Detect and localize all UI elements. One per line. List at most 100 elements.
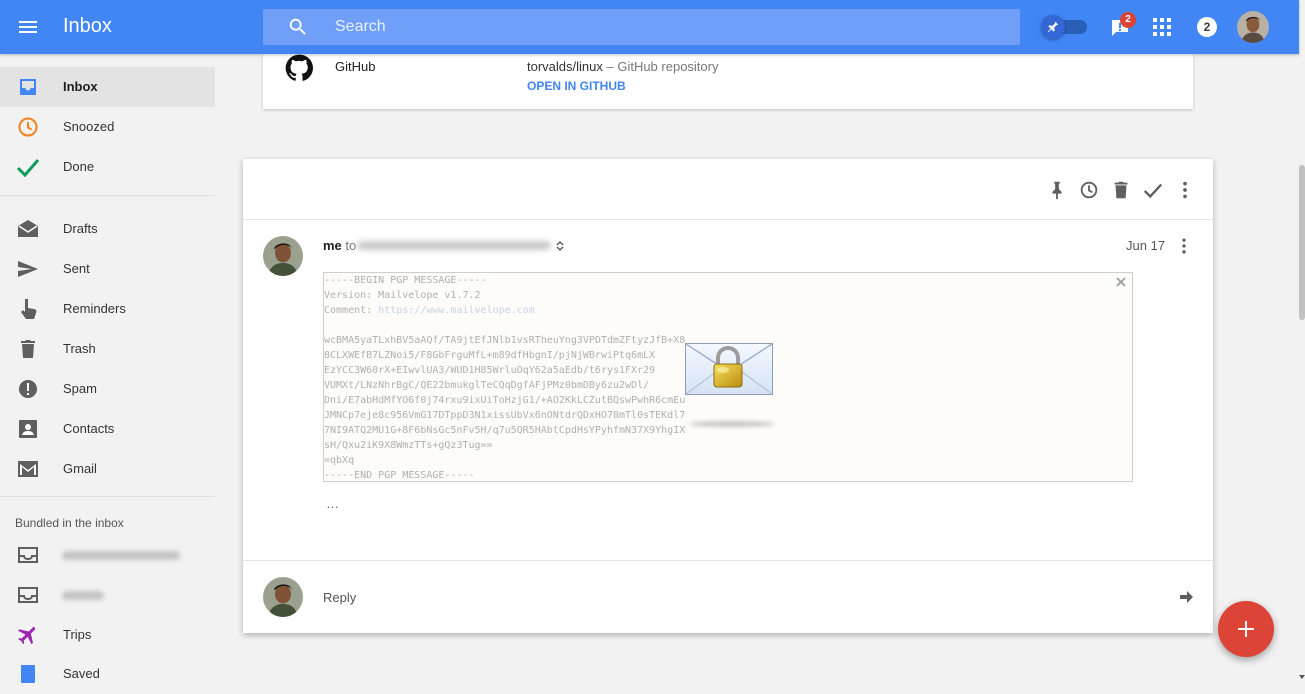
close-icon[interactable] — [1114, 275, 1128, 289]
message-more-icon[interactable] — [1174, 235, 1194, 257]
bookmark-icon — [16, 662, 40, 686]
pin-icon — [1041, 15, 1065, 39]
compose-button[interactable] — [1218, 601, 1274, 657]
pgp-comment-label: Comment: — [324, 305, 379, 316]
gmail-icon — [16, 457, 40, 481]
reminder-hand-icon — [16, 297, 40, 321]
sidebar-item-inbox[interactable]: Inbox — [0, 67, 215, 107]
pgp-line: wcBMA5yaTLxhBV5aAQf/TA9jtEfJNlb1vsRTheuY… — [324, 335, 686, 346]
clock-icon — [16, 115, 40, 139]
source-name: GitHub — [335, 59, 376, 74]
sidebar-item-reminders[interactable]: Reminders — [0, 289, 215, 329]
drafts-icon — [16, 217, 40, 241]
pgp-line: Comment: https://www.mailvelope.com — [324, 303, 535, 318]
sidebar-item-label: Reminders — [63, 301, 126, 316]
sidebar-item-label: Trips — [63, 627, 92, 642]
bundle-item-redacted[interactable] — [0, 575, 215, 615]
pgp-line: JMNCp7eje8c956VmG17DTppD3N1xissUbVx6nONt… — [324, 410, 686, 421]
sidebar-item-label: Gmail — [63, 461, 97, 476]
conversation-toolbar — [243, 159, 1213, 220]
sidebar-item-label: Snoozed — [63, 119, 115, 134]
sidebar-item-label: Spam — [63, 381, 97, 396]
apps-grid-icon[interactable] — [1152, 17, 1172, 37]
search-input[interactable] — [335, 9, 995, 45]
pinned-toggle[interactable] — [1041, 15, 1087, 39]
pgp-comment-link[interactable]: https://www.mailvelope.com — [378, 305, 535, 316]
more-vert-icon[interactable] — [1174, 179, 1196, 201]
sidebar-item-label: Saved — [63, 666, 100, 681]
sidebar-divider — [0, 496, 215, 497]
notification-count[interactable]: 2 — [1197, 17, 1217, 37]
conversation-card: me to Jun 17 -----BEGIN PGP MESSAGE-----… — [243, 159, 1213, 633]
open-in-github-link[interactable]: OPEN IN GITHUB — [527, 79, 626, 93]
page-title: Inbox — [63, 15, 112, 37]
sidebar: Inbox Snoozed Done Drafts Sent Reminders — [0, 54, 215, 683]
sender-line: me to — [323, 238, 356, 253]
reply-row[interactable]: Reply — [243, 560, 1213, 634]
redacted-label — [62, 551, 180, 560]
sidebar-item-trash[interactable]: Trash — [0, 329, 215, 369]
sidebar-item-label: Drafts — [63, 221, 98, 236]
sidebar-item-label: Contacts — [63, 421, 115, 436]
pin-icon[interactable] — [1046, 179, 1068, 201]
bundle-item-redacted[interactable] — [0, 535, 215, 575]
contacts-icon — [16, 417, 40, 441]
pgp-line: -----BEGIN PGP MESSAGE----- — [324, 275, 487, 286]
locked-envelope-icon[interactable] — [685, 343, 773, 395]
plus-icon — [1238, 621, 1254, 637]
pgp-line: 8CLXWEfB7LZNoi5/F8GbFrguMfL+m89dfHbgnI/p… — [324, 350, 656, 361]
pgp-line: VUMXt/LNzNhrBgC/QE22bmukglTeCQqDgfAFjPMz… — [324, 380, 650, 391]
sidebar-item-label: Trash — [63, 341, 96, 356]
github-link-card: GitHub torvalds/linux – GitHub repositor… — [263, 54, 1193, 109]
pgp-line: -----END PGP MESSAGE----- — [324, 470, 475, 481]
pgp-line: 7NI9ATQ2MU1G+8F6bNsGc5nFv5H/q7u5QR5HAbtC… — [324, 425, 686, 436]
expand-details-icon[interactable] — [554, 239, 566, 251]
reminder-badge: 2 — [1120, 12, 1136, 28]
spam-icon — [16, 377, 40, 401]
snooze-clock-icon[interactable] — [1078, 179, 1100, 201]
sidebar-item-contacts[interactable]: Contacts — [0, 409, 215, 449]
scrollbar-thumb[interactable] — [1299, 165, 1305, 320]
top-app-bar: Inbox 2 2 — [0, 0, 1299, 54]
sidebar-item-label: Done — [63, 159, 95, 174]
redacted-label — [62, 591, 104, 600]
redacted-recipient — [357, 241, 551, 250]
sidebar-item-spam[interactable]: Spam — [0, 369, 215, 409]
reply-avatar — [263, 577, 303, 617]
message-date: Jun 17 — [1126, 238, 1166, 253]
sidebar-item-sent[interactable]: Sent — [0, 249, 215, 289]
sender-avatar[interactable] — [263, 236, 303, 276]
inbox-icon — [16, 75, 40, 99]
bundles-heading: Bundled in the inbox — [15, 516, 124, 530]
pgp-line: EzYCC3W60rX+EIwvlUA3/WUD1H85WrluOqY62a5a… — [324, 365, 656, 376]
sidebar-item-drafts[interactable]: Drafts — [0, 209, 215, 249]
search-icon[interactable] — [287, 16, 309, 38]
trash-icon[interactable] — [1110, 179, 1132, 201]
mail-icon — [16, 543, 40, 567]
sidebar-item-snoozed[interactable]: Snoozed — [0, 107, 215, 147]
forward-arrow-icon[interactable] — [1178, 589, 1194, 605]
show-trimmed-content[interactable]: … — [326, 496, 339, 511]
repo-description: – GitHub repository — [602, 59, 719, 74]
scroll-down-arrow-icon[interactable] — [1299, 668, 1305, 679]
menu-icon[interactable] — [16, 15, 40, 39]
repo-title: torvalds/linux – GitHub repository — [527, 59, 718, 74]
mark-done-icon[interactable] — [1142, 179, 1164, 201]
bundle-item-saved[interactable]: Saved — [0, 654, 215, 694]
lock-shadow — [689, 421, 775, 427]
github-icon — [285, 54, 313, 82]
airplane-icon — [16, 623, 40, 647]
sidebar-item-done[interactable]: Done — [0, 147, 215, 187]
pgp-line: sH/Qxu2iK9X8WmzTTs+gQz3Tug== — [324, 440, 493, 451]
bundle-item-trips[interactable]: Trips — [0, 615, 215, 655]
sidebar-item-gmail[interactable]: Gmail — [0, 449, 215, 489]
repo-name: torvalds/linux — [527, 59, 603, 74]
sidebar-item-label: Sent — [63, 261, 90, 276]
scrollbar-track[interactable] — [1297, 0, 1305, 680]
sidebar-divider — [0, 195, 215, 196]
mail-icon — [16, 583, 40, 607]
sidebar-item-label: Inbox — [63, 79, 98, 94]
reply-field[interactable]: Reply — [323, 590, 356, 605]
search-bar[interactable] — [263, 9, 1020, 45]
account-avatar[interactable] — [1237, 11, 1269, 43]
